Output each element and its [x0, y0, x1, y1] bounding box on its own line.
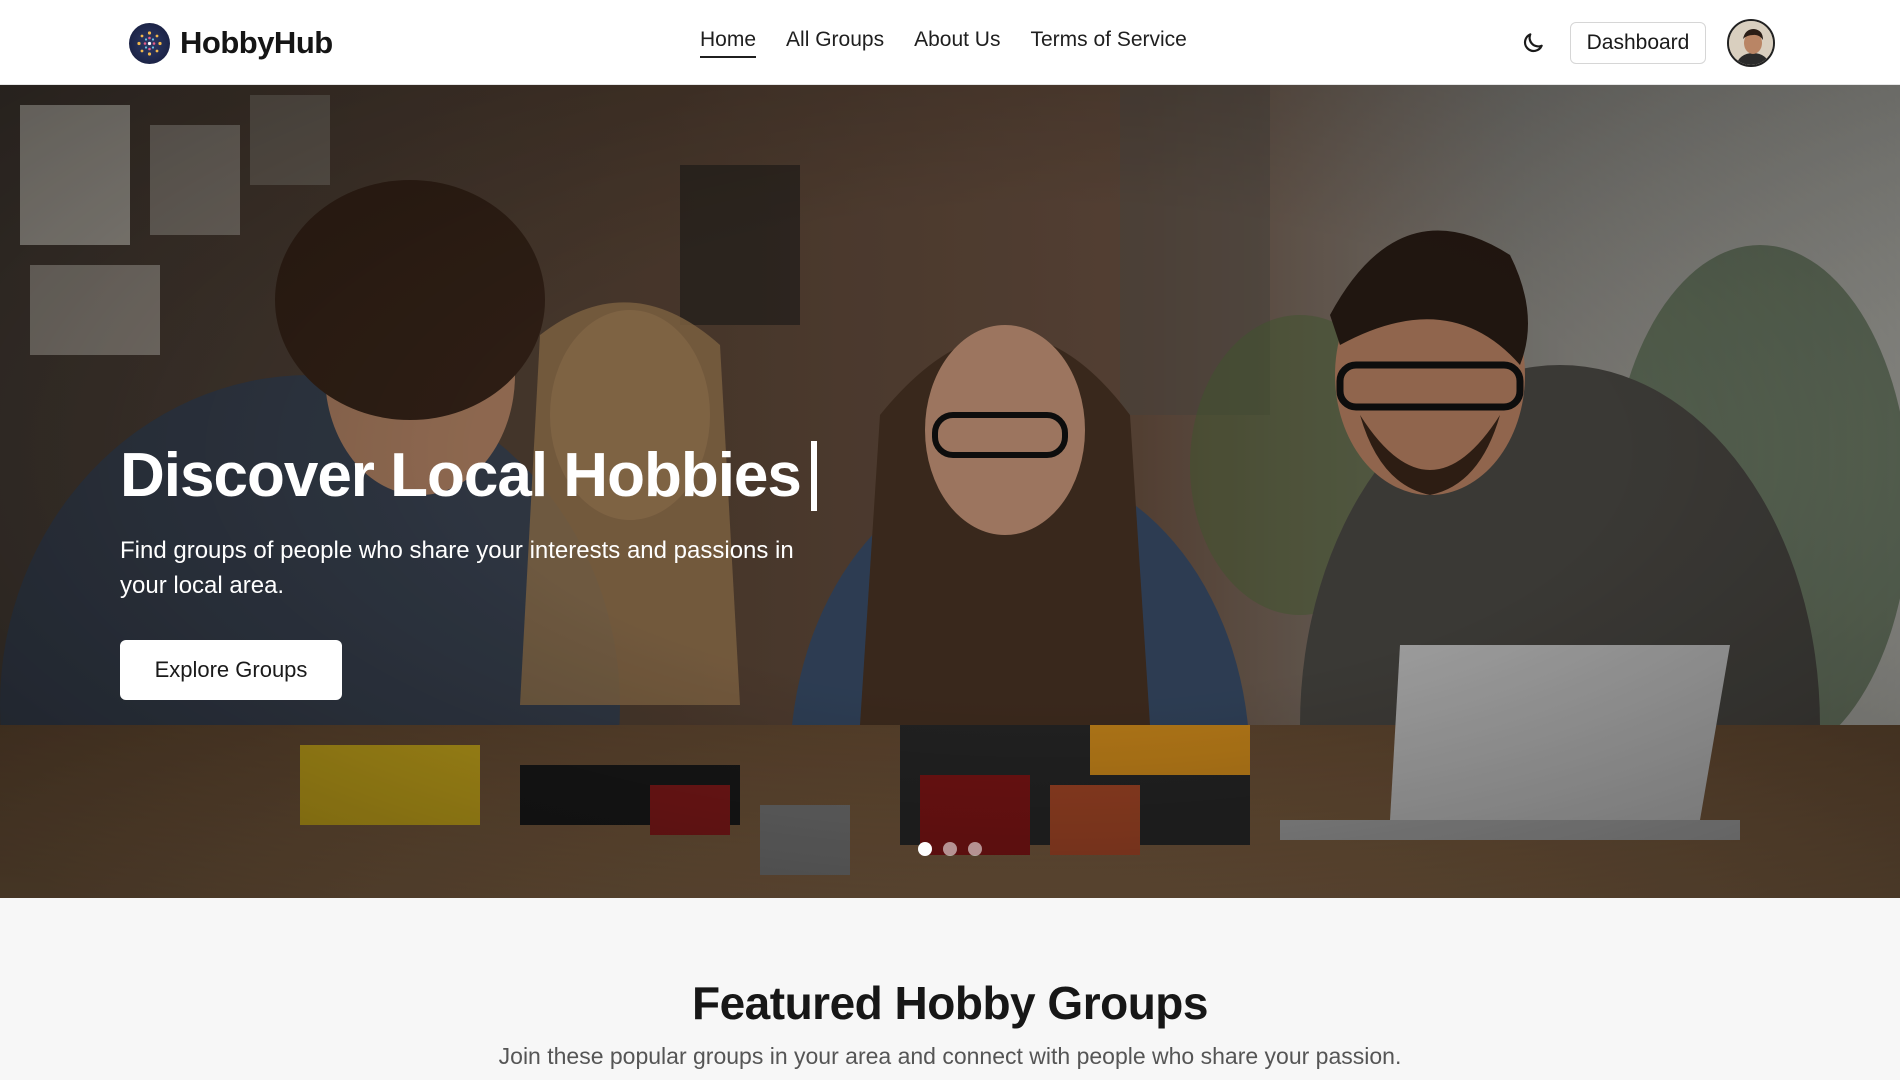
featured-section: Featured Hobby Groups Join these popular… — [0, 898, 1900, 1080]
carousel-dot-3[interactable] — [968, 842, 982, 856]
nav-about-us[interactable]: About Us — [914, 28, 1000, 58]
brand-name: HobbyHub — [180, 25, 333, 60]
nav-all-groups[interactable]: All Groups — [786, 28, 884, 58]
carousel-dots — [918, 842, 982, 856]
hero-title: Discover Local Hobbies — [120, 440, 840, 511]
moon-icon[interactable] — [1520, 30, 1546, 56]
user-avatar[interactable] — [1727, 19, 1775, 67]
brand[interactable]: HobbyHub — [129, 22, 333, 64]
carousel-dot-2[interactable] — [943, 842, 957, 856]
globe-dots-icon — [129, 22, 170, 64]
hero-subtitle: Find groups of people who share your int… — [120, 537, 794, 599]
main-nav: Home All Groups About Us Terms of Servic… — [700, 28, 1217, 58]
nav-terms-of-service[interactable]: Terms of Service — [1030, 28, 1186, 58]
explore-groups-button[interactable]: Explore Groups — [120, 640, 342, 700]
nav-home[interactable]: Home — [700, 28, 757, 58]
featured-subtitle: Join these popular groups in your area a… — [498, 1043, 1402, 1069]
featured-title: Featured Hobby Groups — [692, 977, 1208, 1029]
hero-carousel: Discover Local Hobbies Find groups of pe… — [0, 85, 1900, 898]
hero-title-text: Discover Local Hobbies — [120, 441, 802, 510]
dashboard-button[interactable]: Dashboard — [1570, 22, 1706, 64]
site-header: HobbyHub Home All Groups About Us Terms … — [0, 0, 1900, 85]
typing-caret — [810, 440, 817, 511]
carousel-dot-1[interactable] — [918, 842, 932, 856]
hero-content: Discover Local Hobbies Find groups of pe… — [120, 440, 840, 700]
